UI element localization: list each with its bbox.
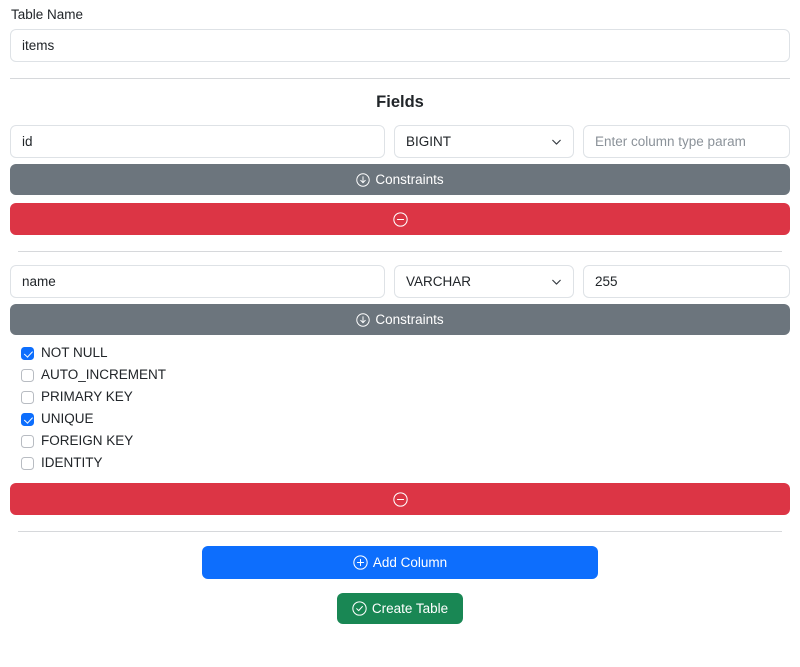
table-name-label: Table Name: [11, 7, 84, 22]
column-type-select[interactable]: BIGINT: [394, 125, 574, 158]
constraints-toggle-button[interactable]: Constraints: [10, 164, 790, 195]
remove-column-button[interactable]: [10, 483, 790, 515]
table-name-section: Table Name: [0, 0, 800, 62]
divider-top: [10, 78, 790, 79]
column-name-input[interactable]: [10, 125, 385, 158]
constraints-toggle-button[interactable]: Constraints: [10, 304, 790, 335]
constraint-item[interactable]: IDENTITY: [21, 452, 790, 474]
check-circle-icon: [352, 601, 367, 616]
constraint-label[interactable]: NOT NULL: [41, 344, 108, 362]
constraint-checkbox-foreign-key[interactable]: [21, 434, 34, 448]
column-type-param-input[interactable]: [583, 125, 790, 158]
minus-circle-icon: [392, 491, 408, 507]
constraints-toggle-label: Constraints: [375, 171, 444, 187]
constraint-label[interactable]: PRIMARY KEY: [41, 388, 133, 406]
constraint-checkbox-unique[interactable]: [21, 412, 34, 426]
add-column-label: Add Column: [372, 554, 448, 570]
chevron-down-icon: [552, 139, 561, 145]
field-row: VARCHAR: [10, 265, 790, 298]
form-actions: Add Column Create Table: [0, 546, 800, 624]
constraint-item[interactable]: FOREIGN KEY: [21, 430, 790, 452]
constraints-checkbox-list: NOT NULL AUTO_INCREMENT PRIMARY KEY UNIQ…: [10, 342, 790, 474]
remove-column-button[interactable]: [10, 203, 790, 235]
column-type-param-input[interactable]: [583, 265, 790, 298]
arrow-down-circle-icon: [356, 172, 371, 187]
constraint-checkbox-identity[interactable]: [21, 456, 34, 470]
arrow-down-circle-icon: [356, 312, 371, 327]
constraint-label[interactable]: IDENTITY: [41, 454, 103, 472]
constraints-toggle-label: Constraints: [375, 311, 444, 327]
constraint-checkbox-not-null[interactable]: [21, 346, 34, 360]
column-type-value: VARCHAR: [406, 274, 472, 289]
column-type-select[interactable]: VARCHAR: [394, 265, 574, 298]
constraint-item[interactable]: AUTO_INCREMENT: [21, 364, 790, 386]
minus-circle-icon: [392, 211, 408, 227]
constraint-item[interactable]: PRIMARY KEY: [21, 386, 790, 408]
field-group: VARCHAR Constraints NOT NULL: [0, 265, 800, 515]
create-table-form: Table Name Fields BIGINT: [0, 0, 800, 667]
divider-before-actions: [18, 531, 782, 532]
fields-heading: Fields: [376, 93, 424, 111]
plus-circle-icon: [353, 555, 368, 570]
field-row: BIGINT: [10, 125, 790, 158]
constraint-label[interactable]: AUTO_INCREMENT: [41, 366, 166, 384]
chevron-down-icon: [552, 279, 561, 285]
column-type-value: BIGINT: [406, 134, 452, 149]
column-name-input[interactable]: [10, 265, 385, 298]
constraint-checkbox-primary-key[interactable]: [21, 390, 34, 404]
create-table-label: Create Table: [371, 600, 449, 616]
divider-between-fields: [18, 251, 782, 252]
constraint-item[interactable]: UNIQUE: [21, 408, 790, 430]
add-column-button[interactable]: Add Column: [202, 546, 598, 579]
table-name-input[interactable]: [10, 29, 790, 62]
create-table-button[interactable]: Create Table: [336, 593, 464, 624]
constraint-label[interactable]: FOREIGN KEY: [41, 432, 133, 450]
constraint-item[interactable]: NOT NULL: [21, 342, 790, 364]
field-group: BIGINT Constraints: [0, 125, 800, 235]
constraint-label[interactable]: UNIQUE: [41, 410, 94, 428]
constraint-checkbox-auto-increment[interactable]: [21, 368, 34, 382]
